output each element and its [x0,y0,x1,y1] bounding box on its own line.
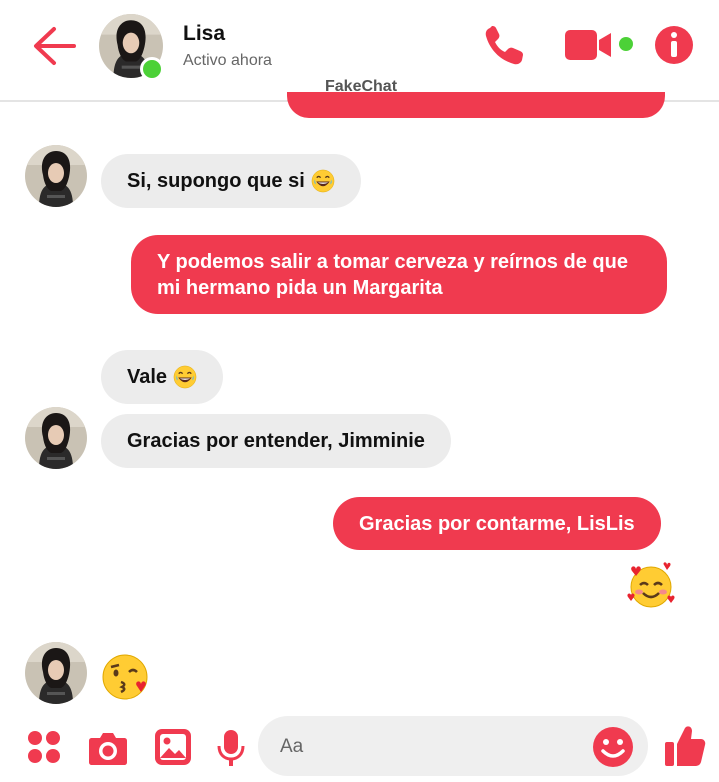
tears-of-joy-icon [173,365,197,389]
camera-icon[interactable] [88,730,128,766]
outgoing-message-clipped [287,92,665,118]
message-input-placeholder: Aa [280,736,304,757]
emoji-icon[interactable] [592,726,634,768]
microphone-icon[interactable] [216,728,246,768]
contact-name[interactable]: Lisa [183,22,225,46]
contact-status: Activo ahora [183,52,272,69]
back-arrow-icon[interactable] [30,25,76,67]
thumbs-up-icon[interactable] [664,724,706,768]
tears-of-joy-icon [311,169,335,193]
video-camera-icon[interactable] [565,28,613,62]
info-icon[interactable] [654,25,694,65]
chat-header: Lisa Activo ahora FakeChat [0,0,719,102]
online-status-dot [140,57,164,81]
outgoing-message[interactable]: Y podemos salir a tomar cerveza y reírno… [131,235,667,314]
message-text: Vale [127,366,168,388]
phone-icon[interactable] [482,24,528,68]
incoming-message[interactable]: Si, supongo que si [101,154,361,208]
message-text: Gracias por entender, Jimminie [127,430,425,452]
video-active-dot [619,37,633,51]
gallery-icon[interactable] [154,728,192,766]
contact-avatar-small [25,145,87,207]
message-text: Gracias por contarme, LisLis [359,512,635,535]
apps-grid-icon[interactable] [26,729,62,765]
contact-avatar-small [25,407,87,469]
incoming-message[interactable]: Vale [101,350,224,404]
message-input[interactable] [258,716,648,776]
face-blowing-kiss-icon[interactable] [101,652,151,702]
contact-avatar-small [25,642,87,704]
message-text: Si, supongo que si [127,170,305,192]
smiling-face-with-hearts-icon[interactable] [626,561,676,611]
incoming-message[interactable]: Gracias por entender, Jimminie [101,414,451,468]
message-text: Y podemos salir a tomar cerveza y reírno… [157,250,628,299]
outgoing-message[interactable]: Gracias por contarme, LisLis [333,497,661,550]
